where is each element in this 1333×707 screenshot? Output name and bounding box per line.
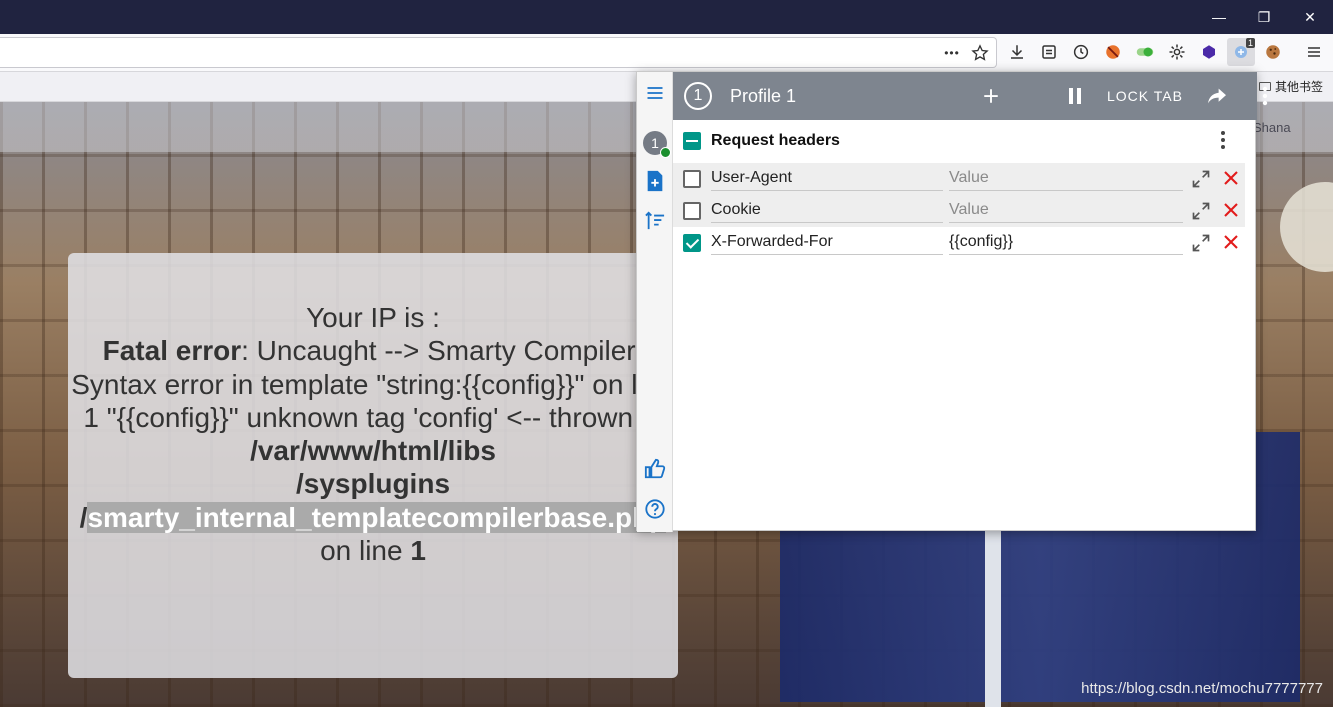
- expand-button[interactable]: [1189, 199, 1213, 223]
- header-value-input[interactable]: Value: [949, 199, 1183, 223]
- lantern-decoration: [1280, 182, 1333, 272]
- add-profile-button[interactable]: [640, 166, 670, 196]
- reader-icon[interactable]: [1037, 40, 1061, 64]
- sidebar-profile-number: 1: [651, 135, 659, 151]
- delete-header-button[interactable]: [1219, 230, 1243, 254]
- settings-gear-icon[interactable]: [1165, 40, 1189, 64]
- pause-icon: [1069, 88, 1081, 104]
- add-file-icon: [647, 170, 663, 192]
- section-more-button[interactable]: [1220, 130, 1226, 155]
- thumbs-up-icon: [644, 458, 666, 479]
- fatal-error-label: Fatal error: [102, 335, 242, 367]
- history-clock-icon[interactable]: [1069, 40, 1093, 64]
- header-row: X-Forwarded-For {{config}}: [673, 227, 1245, 259]
- bookmark-star-icon[interactable]: [968, 41, 992, 65]
- active-check-icon: [660, 147, 671, 158]
- lock-tab-button[interactable]: LOCK TAB: [1107, 84, 1183, 108]
- header-name-input[interactable]: User-Agent: [711, 167, 943, 191]
- profile-header: 1 Profile 1 LOCK TAB: [673, 72, 1268, 120]
- header-value-input[interactable]: {{config}}: [949, 231, 1183, 255]
- toggle-all-checkbox[interactable]: [683, 132, 701, 150]
- expand-icon: [1192, 170, 1210, 188]
- hamburger-menu-icon[interactable]: [1302, 40, 1326, 64]
- watermark-url: https://blog.csdn.net/mochu7777777: [1081, 680, 1323, 697]
- share-arrow-icon: [1208, 88, 1226, 104]
- expand-icon: [1192, 202, 1210, 220]
- address-bar[interactable]: •••: [0, 37, 997, 68]
- sidebar-menu-button[interactable]: [640, 78, 670, 108]
- expand-button[interactable]: [1189, 167, 1213, 191]
- plus-icon: [984, 89, 998, 103]
- sort-icon: [645, 211, 665, 230]
- pause-button[interactable]: [1063, 84, 1087, 108]
- help-button[interactable]: [640, 494, 670, 524]
- purple-cube-extension-icon[interactable]: [1197, 40, 1221, 64]
- sidebar-profile-1[interactable]: 1: [640, 128, 671, 158]
- profile-title[interactable]: Profile 1: [730, 86, 796, 107]
- menu-icon: [647, 87, 663, 99]
- header-enable-checkbox[interactable]: [683, 170, 701, 188]
- request-headers-section: Request headers: [673, 120, 1257, 160]
- error-line-number: 1: [410, 535, 426, 567]
- minimize-button[interactable]: —: [1196, 0, 1242, 34]
- browser-titlebar: — ❐ ✕: [0, 0, 1333, 34]
- header-row: Cookie Value: [673, 195, 1245, 227]
- more-vert-icon: [1262, 86, 1268, 106]
- close-icon: [1224, 203, 1238, 217]
- profile-more-button[interactable]: [1253, 84, 1277, 108]
- more-vert-icon: [1221, 131, 1225, 149]
- error-message-box: Your IP is : Fatal error: Uncaught --> S…: [68, 253, 678, 678]
- blocker-extension-icon[interactable]: [1101, 40, 1125, 64]
- error-path-3-highlight: smarty_internal_templatecompilerbase.php: [87, 501, 667, 533]
- close-window-button[interactable]: ✕: [1287, 0, 1333, 34]
- close-icon: [1224, 171, 1238, 185]
- delete-header-button[interactable]: [1219, 166, 1243, 190]
- restore-icon: ❐: [1257, 8, 1271, 25]
- error-text: Fatal error: Uncaught --> Smarty Compile…: [68, 334, 678, 567]
- browser-toolbar: ••• 1: [0, 34, 1333, 72]
- minimize-icon: —: [1212, 9, 1226, 25]
- cookie-extension-icon[interactable]: [1261, 40, 1285, 64]
- page-actions-icon[interactable]: •••: [940, 41, 964, 65]
- header-enable-checkbox[interactable]: [683, 234, 701, 252]
- sort-button[interactable]: [640, 206, 670, 236]
- modheader-extension-button[interactable]: 1: [1227, 38, 1255, 66]
- section-title: Request headers: [711, 132, 840, 149]
- header-name-input[interactable]: Cookie: [711, 199, 943, 223]
- header-row: User-Agent Value: [673, 163, 1245, 195]
- profile-number-badge[interactable]: 1: [684, 82, 712, 110]
- close-icon: ✕: [1304, 8, 1316, 25]
- other-bookmarks-label: 其他书签: [1274, 80, 1323, 94]
- expand-icon: [1192, 234, 1210, 252]
- help-icon: [645, 499, 665, 519]
- add-header-button[interactable]: [979, 84, 1003, 108]
- modheader-sidebar: 1: [637, 72, 673, 532]
- rate-button[interactable]: [640, 454, 670, 484]
- header-value-input[interactable]: Value: [949, 167, 1183, 191]
- extension-badge: 1: [1245, 38, 1255, 48]
- error-path-2: /sysplugins: [295, 468, 451, 500]
- header-name-input[interactable]: X-Forwarded-For: [711, 231, 943, 255]
- error-path-1: /var/www/html/libs: [250, 435, 496, 467]
- delete-header-button[interactable]: [1219, 198, 1243, 222]
- ip-label: Your IP is :: [306, 302, 440, 333]
- profile-avatar: 1: [643, 131, 671, 158]
- share-button[interactable]: [1205, 84, 1229, 108]
- expand-button[interactable]: [1189, 231, 1213, 255]
- modheader-popup: 1 1 Profile 1 LOCK TAB Request headers U…: [636, 71, 1268, 532]
- downloads-icon[interactable]: [1005, 40, 1029, 64]
- js-toggle-extension-icon[interactable]: [1133, 40, 1157, 64]
- header-enable-checkbox[interactable]: [683, 202, 701, 220]
- site-username[interactable]: Shana: [1253, 120, 1291, 135]
- error-message: Your IP is : Fatal error: Uncaught --> S…: [68, 301, 678, 567]
- close-icon: [1224, 235, 1238, 249]
- restore-button[interactable]: ❐: [1241, 0, 1287, 34]
- on-line-text: on line: [320, 535, 411, 567]
